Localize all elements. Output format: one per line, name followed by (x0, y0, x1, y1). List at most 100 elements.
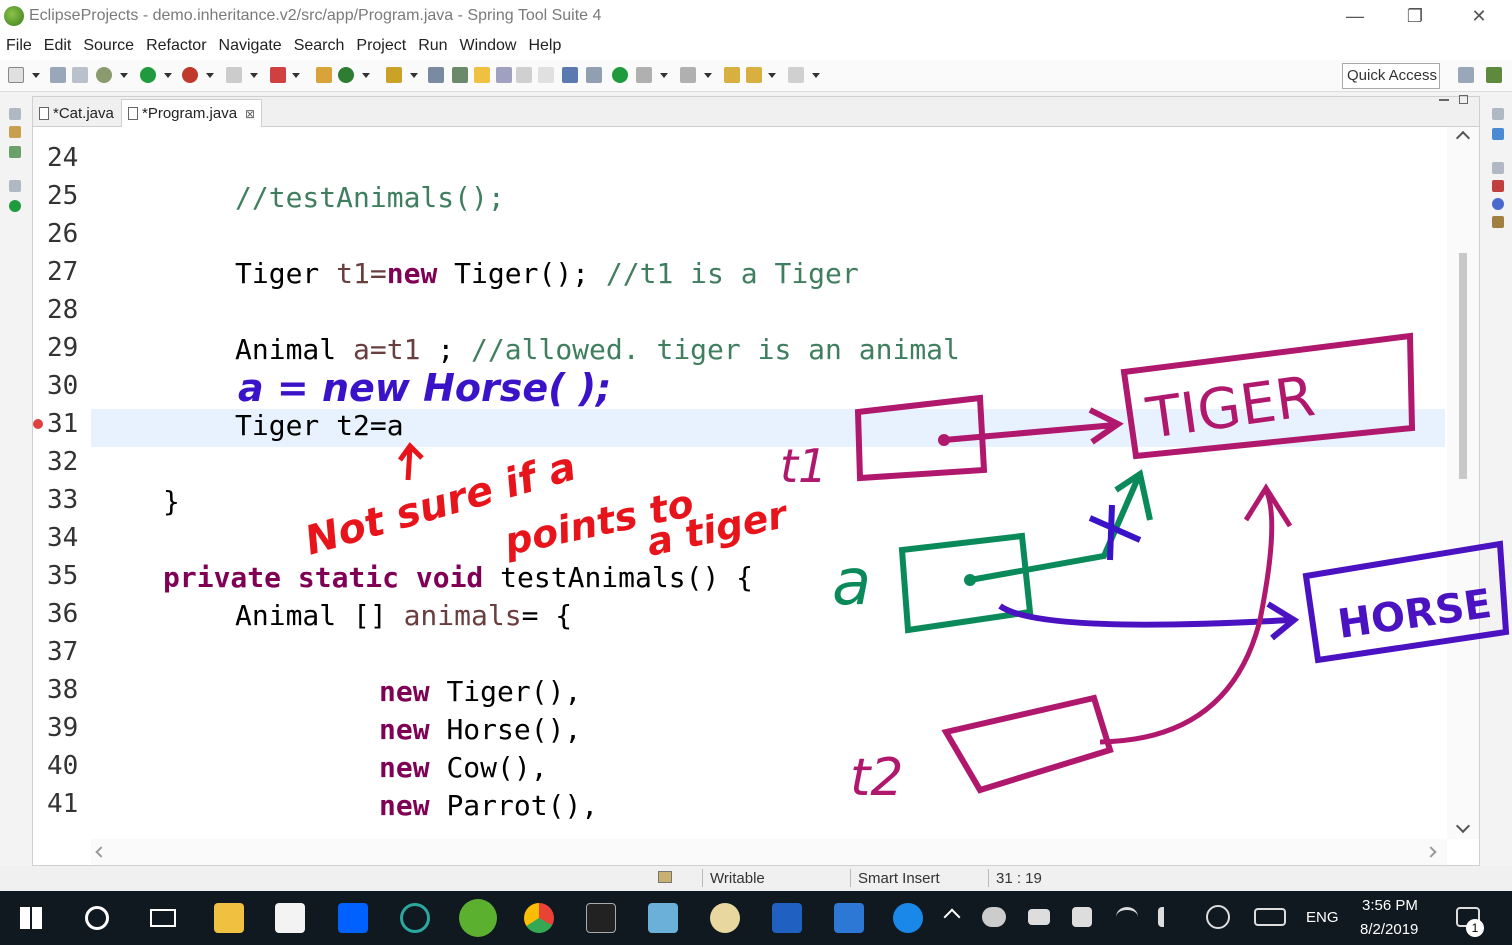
show-hidden-icons-icon[interactable] (943, 908, 961, 926)
dropbox-icon[interactable] (338, 903, 368, 933)
minimize-editor-icon[interactable] (1439, 99, 1449, 101)
restore-outline-icon[interactable] (1492, 108, 1504, 120)
restore-view-icon[interactable] (9, 108, 21, 120)
boot-dashboard-trim-icon[interactable] (9, 200, 21, 212)
close-button[interactable]: ✕ (1456, 2, 1502, 30)
arduino-icon[interactable] (400, 903, 430, 933)
close-tab-icon[interactable]: ⊠ (245, 107, 255, 121)
pen-workspace-icon[interactable] (1206, 905, 1230, 929)
open-type-dropdown-icon[interactable] (410, 73, 418, 78)
stop-dropdown-icon[interactable] (250, 73, 258, 78)
stop-icon[interactable] (226, 67, 242, 83)
outline-icon[interactable] (1492, 128, 1504, 140)
menu-project[interactable]: Project (356, 37, 406, 55)
block-selection-icon[interactable] (516, 67, 532, 83)
previous-annotation-dropdown-icon[interactable] (704, 73, 712, 78)
tab-program-java[interactable]: *Program.java ⊠ (121, 99, 263, 127)
help-icon[interactable] (893, 903, 923, 933)
restore-problems-icon[interactable] (1492, 162, 1504, 174)
next-annotation-icon[interactable] (636, 67, 652, 83)
new-class-dropdown-icon[interactable] (362, 73, 370, 78)
declaration-icon[interactable] (1492, 216, 1504, 228)
next-annotation-dropdown-icon[interactable] (660, 73, 668, 78)
save-icon[interactable] (50, 67, 66, 83)
wifi-icon[interactable] (1116, 907, 1138, 927)
onedrive-error-icon[interactable] (982, 907, 1006, 927)
previous-annotation-icon[interactable] (680, 67, 696, 83)
scroll-thumb[interactable] (1459, 253, 1467, 479)
spring-tool-suite-taskbar-icon[interactable] (459, 899, 497, 937)
menu-edit[interactable]: Edit (44, 37, 72, 55)
type-hierarchy-icon[interactable] (9, 146, 21, 158)
debug-icon[interactable] (96, 67, 112, 83)
insert-mode-status[interactable]: Smart Insert (858, 870, 940, 887)
relaunch-icon[interactable] (270, 67, 286, 83)
usb-icon[interactable] (1028, 909, 1050, 925)
open-task-icon[interactable] (428, 67, 444, 83)
new-dropdown-icon[interactable] (32, 73, 40, 78)
menu-run[interactable]: Run (418, 37, 447, 55)
javadoc-icon[interactable] (1492, 198, 1504, 210)
menu-file[interactable]: File (6, 37, 32, 55)
vertical-scrollbar[interactable] (1447, 127, 1479, 839)
clock-date[interactable]: 8/2/2019 (1360, 921, 1418, 938)
dropbox-tray-icon[interactable] (1072, 907, 1092, 927)
code-area[interactable]: //testAnimals(); Tiger t1=new Tiger(); /… (91, 127, 1443, 839)
restore-button[interactable]: ❐ (1392, 2, 1438, 30)
toggle-word-wrap-icon[interactable] (496, 67, 512, 83)
back-dropdown-icon[interactable] (768, 73, 776, 78)
store-icon[interactable] (275, 903, 305, 933)
console-icon[interactable] (562, 67, 578, 83)
toggle-mark-occurrences-icon[interactable] (474, 67, 490, 83)
menu-source[interactable]: Source (83, 37, 134, 55)
last-edit-location-icon[interactable] (724, 67, 740, 83)
back-icon[interactable] (746, 67, 762, 83)
scroll-left-icon[interactable] (95, 846, 107, 858)
menu-window[interactable]: Window (460, 37, 517, 55)
minimize-button[interactable]: — (1332, 2, 1378, 30)
debug-dropdown-icon[interactable] (120, 73, 128, 78)
run-icon[interactable] (140, 67, 156, 83)
skip-breakpoints-icon[interactable] (586, 67, 602, 83)
task-view-icon[interactable] (150, 909, 176, 927)
language-indicator[interactable]: ENG (1306, 909, 1339, 926)
show-whitespace-icon[interactable] (538, 67, 554, 83)
external-tools-icon[interactable] (182, 67, 198, 83)
maximize-editor-icon[interactable] (1459, 95, 1468, 104)
forward-dropdown-icon[interactable] (812, 73, 820, 78)
scroll-up-icon[interactable] (1455, 130, 1471, 146)
spring-perspective-icon[interactable] (1486, 67, 1502, 83)
file-explorer-icon[interactable] (214, 903, 244, 933)
chrome-icon[interactable] (524, 903, 554, 933)
error-marker-icon[interactable] (33, 419, 43, 429)
search-icon[interactable] (452, 67, 468, 83)
start-windows-icon[interactable] (20, 907, 42, 929)
snipping-tool-icon[interactable] (648, 903, 678, 933)
forward-icon[interactable] (788, 67, 804, 83)
open-perspective-icon[interactable] (1458, 67, 1474, 83)
new-icon[interactable] (8, 67, 24, 83)
touch-keyboard-icon[interactable] (1254, 908, 1286, 926)
menu-refactor[interactable]: Refactor (146, 37, 206, 55)
boot-dashboard-icon[interactable] (612, 67, 628, 83)
tab-cat-java[interactable]: *Cat.java (33, 99, 120, 127)
clock-time[interactable]: 3:56 PM (1362, 897, 1418, 914)
terminal-icon[interactable] (586, 903, 616, 933)
volume-icon[interactable] (1158, 907, 1178, 927)
package-explorer-icon[interactable] (9, 126, 21, 138)
menu-search[interactable]: Search (294, 37, 345, 55)
cursor-position[interactable]: 31 : 19 (996, 870, 1042, 887)
open-package-icon[interactable] (316, 67, 332, 83)
open-type-icon[interactable] (386, 67, 402, 83)
problems-icon[interactable] (1492, 180, 1504, 192)
save-all-icon[interactable] (72, 67, 88, 83)
menu-help[interactable]: Help (528, 37, 561, 55)
external-tools-dropdown-icon[interactable] (206, 73, 214, 78)
restore-boot-view-icon[interactable] (9, 180, 21, 192)
visual-studio-code-icon[interactable] (772, 903, 802, 933)
scroll-down-icon[interactable] (1455, 818, 1471, 834)
run-dropdown-icon[interactable] (164, 73, 172, 78)
whiteboard-app-icon[interactable] (834, 903, 864, 933)
menu-navigate[interactable]: Navigate (219, 37, 282, 55)
horizontal-scrollbar[interactable] (91, 839, 1447, 865)
